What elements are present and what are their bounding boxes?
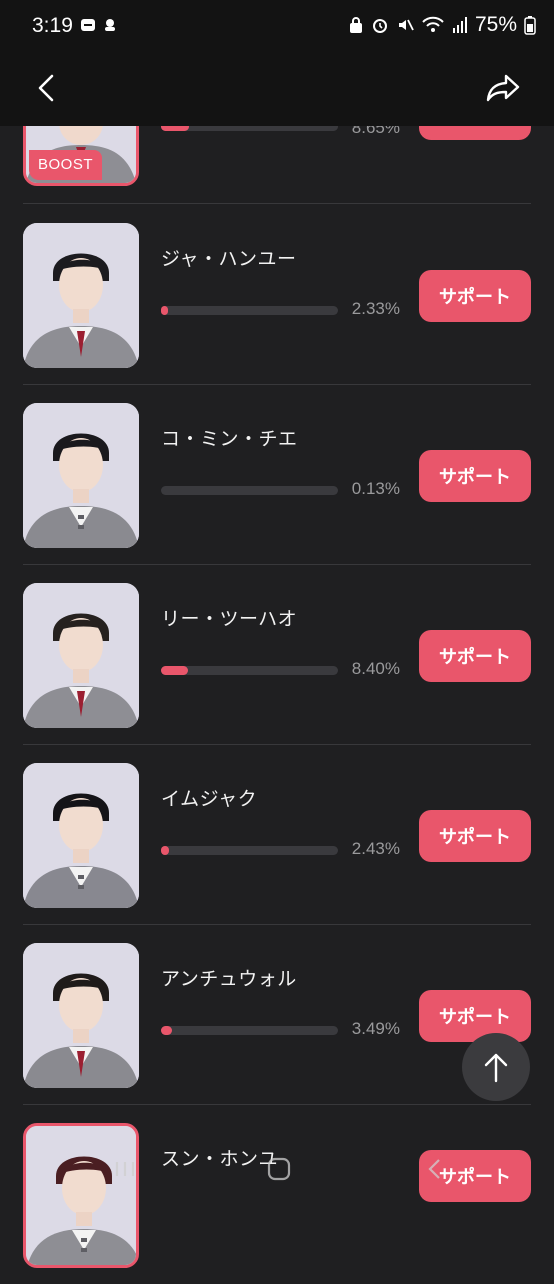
vote-progress-fill — [161, 306, 168, 315]
vote-progress-bar — [161, 306, 338, 315]
battery-percent: 75% — [474, 13, 517, 36]
list-item: ジャ・ハンユー 2.33% サポート — [23, 204, 531, 384]
recent-apps-icon[interactable] — [110, 1154, 140, 1184]
avatar — [23, 583, 139, 728]
vote-percent: 2.33% — [351, 299, 400, 318]
app-notification-icon — [81, 19, 95, 31]
list-item: イムジャク 2.43% サポート — [23, 744, 531, 924]
battery-icon — [524, 16, 536, 35]
trainee-photo — [23, 403, 139, 548]
trainee-name: アンチュウォル — [161, 969, 297, 990]
list-item: アンチュウォル 3.49% サポート — [23, 924, 531, 1104]
list-item: リー・ツーハオ 8.40% サポート — [23, 564, 531, 744]
vote-percent: 2.43% — [351, 839, 400, 858]
vote-percent: 8.40% — [351, 659, 400, 678]
support-button[interactable]: サポート — [419, 810, 531, 862]
share-icon[interactable] — [484, 70, 524, 106]
vote-progress-bar — [161, 1026, 338, 1035]
status-icons: 75% — [348, 13, 536, 37]
trainee-name: スン・ホンユ — [161, 1149, 279, 1170]
avatar — [23, 943, 139, 1088]
app-header — [0, 52, 554, 126]
mute-icon — [398, 19, 414, 31]
boost-badge: BOOST — [29, 150, 103, 180]
avatar — [23, 763, 139, 908]
vote-progress-fill — [161, 846, 169, 855]
signal-icon — [452, 17, 467, 33]
avatar — [23, 403, 139, 548]
vote-progress-fill — [161, 1026, 172, 1035]
trainee-name: イムジャク — [161, 789, 258, 810]
scroll-to-top-button[interactable] — [462, 1033, 530, 1101]
trainee-photo — [23, 223, 139, 368]
wifi-icon — [422, 16, 444, 32]
list-item: スン・ホンユ サポート — [23, 1104, 531, 1284]
chevron-left-icon[interactable] — [30, 70, 66, 106]
list-item: コ・ミン・チエ 0.13% サポート — [23, 384, 531, 564]
trainee-name: コ・ミン・チエ — [161, 429, 298, 450]
trainee-photo — [26, 1126, 136, 1265]
lock-icon — [349, 17, 362, 33]
support-button[interactable]: サポート — [419, 270, 531, 322]
trainee-photo — [23, 763, 139, 908]
vote-progress-bar — [161, 846, 338, 855]
vote-percent: 3.49% — [351, 1019, 400, 1038]
notification-icon — [105, 19, 115, 31]
vote-progress-bar — [161, 666, 338, 675]
vote-progress-fill — [161, 666, 188, 675]
vote-progress-bar — [161, 486, 338, 495]
home-icon[interactable] — [264, 1154, 294, 1184]
back-nav-icon[interactable] — [420, 1154, 450, 1184]
support-button[interactable]: サポート — [419, 630, 531, 682]
alarm-icon — [372, 19, 387, 33]
vote-percent: 0.13% — [351, 479, 400, 498]
arrow-up-icon — [484, 1053, 508, 1083]
trainee-photo — [23, 583, 139, 728]
avatar — [23, 1123, 139, 1268]
status-bar: 3:19 75% — [0, 0, 554, 52]
support-button[interactable]: サポート — [419, 450, 531, 502]
trainee-name: ジャ・ハンユー — [161, 249, 297, 270]
trainee-photo — [23, 943, 139, 1088]
trainee-name: リー・ツーハオ — [161, 609, 298, 630]
status-time: 3:19 — [32, 14, 73, 37]
avatar — [23, 223, 139, 368]
